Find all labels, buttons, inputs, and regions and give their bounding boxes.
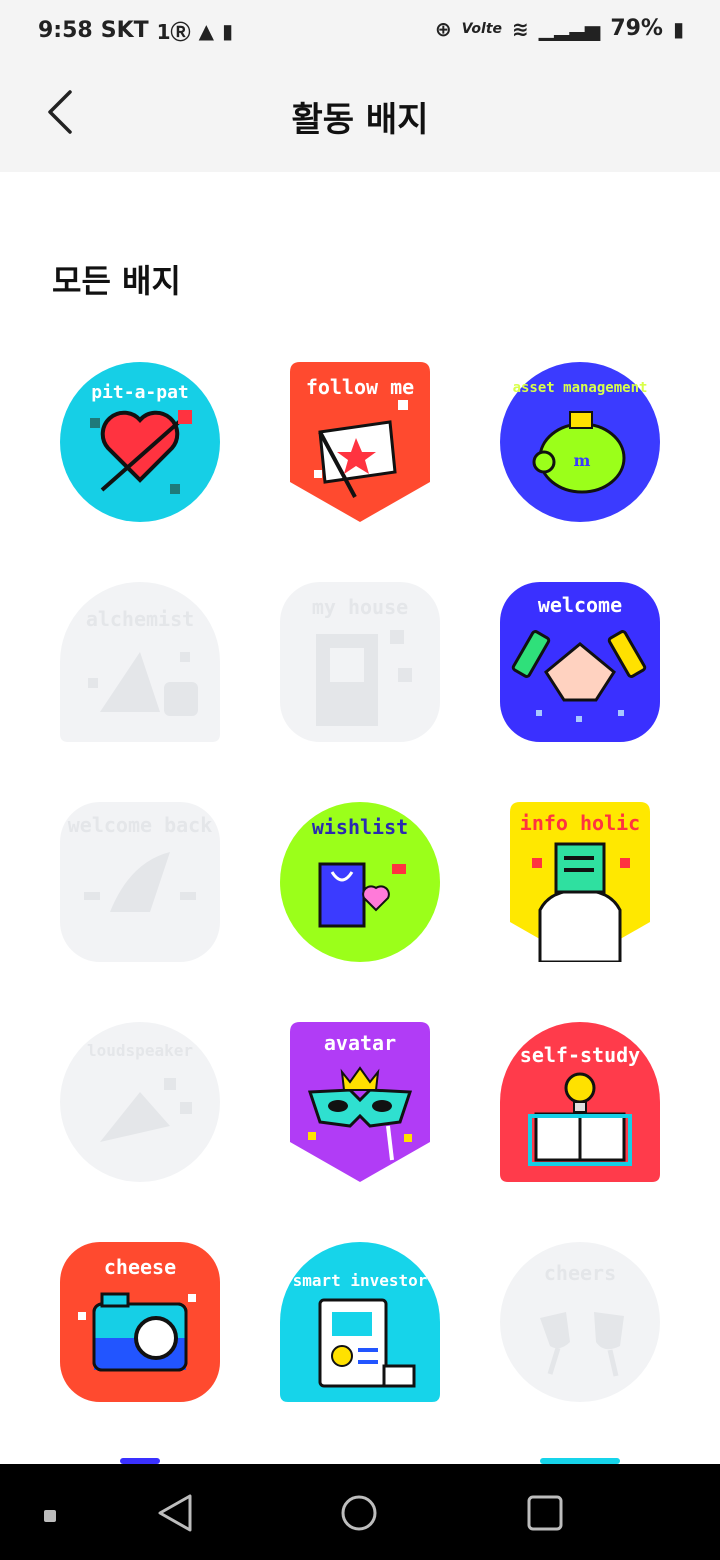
badge-avatar[interactable]: avatar [280, 1022, 440, 1182]
badge-welcome-back[interactable]: welcome back [60, 802, 220, 962]
nav-back-button[interactable] [150, 1488, 200, 1538]
circle-icon [341, 1495, 377, 1531]
badge-label: info holic [520, 811, 640, 835]
badge-label: smart investor [293, 1271, 428, 1290]
badge-label: welcome back [68, 813, 213, 837]
badge-self-study[interactable]: self-study [500, 1022, 660, 1182]
badge-label: cheese [104, 1255, 176, 1279]
badge-label: follow me [306, 375, 414, 399]
badge-label: loudspeaker [87, 1041, 193, 1060]
small-square-icon [44, 1510, 56, 1522]
badge-asset-management[interactable]: m asset management [500, 362, 660, 522]
badge-info-holic[interactable]: info holic [500, 802, 660, 962]
badge-label: pit-a-pat [91, 382, 189, 403]
badge-label: welcome [538, 593, 622, 617]
badge-cheers[interactable]: cheers [500, 1242, 660, 1402]
badge-pit-a-pat[interactable]: pit-a-pat [60, 362, 220, 522]
badge-label: alchemist [86, 607, 194, 631]
badge-grid: pit-a-pat follow me m asset management a… [0, 0, 720, 1464]
badge-my-house[interactable]: my house [280, 582, 440, 742]
badge-alchemist[interactable]: alchemist [60, 582, 220, 742]
badge-label: asset management [513, 380, 648, 396]
svg-text:m: m [574, 451, 591, 470]
badge-loudspeaker[interactable]: loudspeaker [60, 1022, 220, 1182]
nav-recent-button[interactable] [520, 1488, 570, 1538]
nav-pin-button[interactable] [30, 1488, 80, 1538]
nav-home-button[interactable] [334, 1488, 384, 1538]
badge-label: avatar [324, 1031, 396, 1055]
badge-label: my house [312, 595, 408, 619]
system-nav-bar [0, 1464, 720, 1560]
square-icon [527, 1495, 563, 1531]
badge-welcome[interactable]: welcome [500, 582, 660, 742]
badge-wishlist[interactable]: wishlist [280, 802, 440, 962]
badge-follow-me[interactable]: follow me [280, 362, 440, 522]
badge-smart-investor[interactable]: smart investor [280, 1242, 440, 1402]
badge-cheese[interactable]: cheese [60, 1242, 220, 1402]
badge-label: wishlist [312, 815, 408, 839]
badge-label: cheers [544, 1261, 616, 1285]
triangle-back-icon [158, 1494, 192, 1532]
badge-label: self-study [520, 1043, 640, 1067]
